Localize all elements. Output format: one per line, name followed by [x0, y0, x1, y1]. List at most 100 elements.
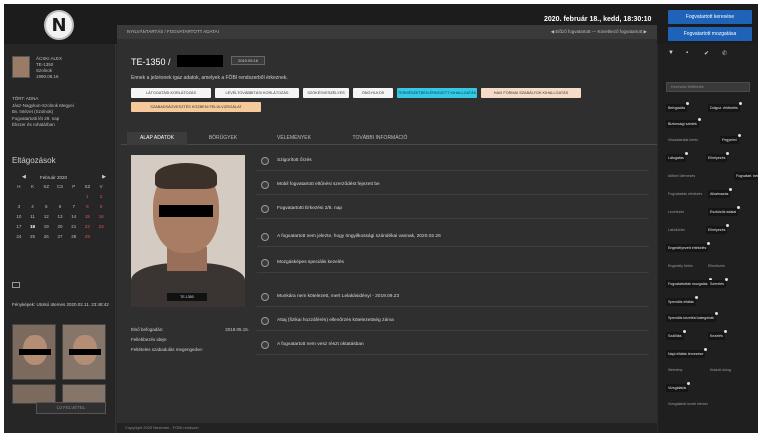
calendar-day[interactable]: 20	[53, 224, 67, 229]
calendar-day[interactable]: 27	[53, 234, 67, 239]
calendar-next-icon[interactable]: ▶	[102, 174, 106, 180]
calendar-day[interactable]: 24	[12, 234, 26, 239]
calendar-day[interactable]	[94, 234, 108, 239]
calendar-day[interactable]: 4	[26, 204, 40, 209]
filter-chip[interactable]: Ellenőrzés	[706, 262, 727, 270]
remove-chip-icon[interactable]	[694, 296, 698, 299]
filter-chip[interactable]: Lakókörlet	[666, 226, 687, 234]
calendar-day[interactable]: 28	[67, 234, 81, 239]
tab-more-info[interactable]: TOVÁBBI INFORMÁCIÓ	[335, 132, 425, 145]
app-logo[interactable]: N	[44, 10, 74, 40]
filter-chip[interactable]: Fogvatartottak mozgatás	[666, 278, 712, 288]
event-item[interactable]: A fogvatartott nem vesz részt oktatásban	[257, 335, 649, 355]
check-icon[interactable]: ✔	[704, 50, 709, 57]
filter-chip[interactable]: Visszatartási kérés	[666, 136, 700, 144]
warning-tag[interactable]: HAVI FORMAI SZABÁLYOK KIHALLGATÁS	[481, 88, 581, 98]
tab-opinions[interactable]: VÉLEMÉNYEK	[259, 132, 329, 145]
remove-chip-icon[interactable]	[707, 242, 711, 245]
calendar-day[interactable]: 9	[94, 204, 108, 209]
event-item[interactable]: Fogvatartotti Érkezési 2/8. nap	[257, 199, 649, 219]
filter-chip[interactable]: Napi ellátás tervezése	[666, 348, 708, 358]
remove-chip-icon[interactable]	[737, 206, 741, 209]
calendar-day[interactable]: 8	[81, 204, 95, 209]
filter-chip[interactable]: Levelezés	[666, 208, 686, 216]
inmate-photo[interactable]: TE-1350	[131, 155, 245, 307]
breadcrumb[interactable]: NYILVÁNTARTÁS / FOGVATARTOTT ADATAI	[127, 25, 219, 39]
calendar-day[interactable]: 17	[12, 224, 26, 229]
filter-chip[interactable]: Alkalmazás	[708, 188, 733, 198]
remove-chip-icon[interactable]	[737, 134, 741, 137]
move-inmate-button[interactable]: Fogvatartott mozgatása	[668, 27, 752, 41]
remove-chip-icon[interactable]	[687, 382, 691, 385]
event-item[interactable]: Mozgásképes speciális kezelés	[257, 253, 649, 273]
event-item[interactable]: Mobil fogvatartott eltűnési szerződést f…	[257, 175, 649, 195]
calendar-day[interactable]	[12, 194, 26, 199]
calendar-day[interactable]: 11	[26, 214, 40, 219]
filter-chip[interactable]: Illetmény	[666, 366, 684, 374]
phone-icon[interactable]: ✆	[722, 50, 727, 57]
mugshot-thumb[interactable]	[62, 384, 106, 404]
calendar-day[interactable]: 7	[67, 204, 81, 209]
warning-tag[interactable]: SZÖKÉSVESZÉLYES	[303, 88, 349, 98]
case-date-chip[interactable]: 2019.09.16	[231, 56, 265, 65]
save-icon[interactable]: ▪	[686, 50, 688, 56]
filter-chip[interactable]: Kiadott dolog	[708, 366, 733, 374]
remove-chip-icon[interactable]	[697, 118, 701, 121]
calendar-day[interactable]: 21	[67, 224, 81, 229]
calendar-day[interactable]	[26, 194, 40, 199]
filter-chip[interactable]: Eszközök adatai	[708, 206, 741, 216]
calendar-day[interactable]: 5	[39, 204, 53, 209]
search-inmate-button[interactable]: Fogvatartott keresése	[668, 10, 752, 24]
prev-next-nav[interactable]: ◀ Előző fogvatartott — Következő fogvata…	[551, 25, 647, 39]
remove-chip-icon[interactable]	[682, 330, 686, 333]
remove-chip-icon[interactable]	[686, 102, 690, 105]
filter-chip[interactable]: Engedély törlés	[666, 262, 695, 270]
filter-chip[interactable]: Vizsgálatok lezárt elemei	[666, 400, 710, 408]
filter-chip[interactable]: Elhelyezés	[706, 152, 730, 162]
tab-cases[interactable]: BŐRÜGYEK	[193, 132, 253, 145]
remove-chip-icon[interactable]	[714, 312, 718, 315]
calendar-day[interactable]: 3	[12, 204, 26, 209]
warning-tag[interactable]: SZABADSÁGVESZTÉS KÖZBENI FELÜLVIZSGÁLAT	[131, 102, 261, 112]
event-item[interactable]: A fogvatartott nem jelezte, hogy öngyilk…	[257, 227, 649, 247]
calendar-day[interactable]: 26	[39, 234, 53, 239]
mugshot-thumb[interactable]	[12, 384, 56, 404]
calendar-day[interactable]: 13	[53, 214, 67, 219]
remove-chip-icon[interactable]	[723, 330, 727, 333]
filter-chip[interactable]: Fegyelmi	[720, 134, 741, 144]
warning-tag[interactable]: LÁTOGATÁSI KORLÁTOZÁS	[131, 88, 211, 98]
calendar-day[interactable]: 25	[26, 234, 40, 239]
calendar-day[interactable]	[67, 194, 81, 199]
new-photo-button[interactable]: ÚJ FELVÉTEL	[36, 402, 106, 414]
filter-search-input[interactable]: Keresési feltételek	[666, 82, 750, 92]
filter-chip[interactable]: Látogatás	[666, 152, 688, 162]
filter-chip[interactable]: Szerelés	[708, 278, 728, 288]
filter-chip[interactable]: Dolgoz. értékelés	[708, 102, 742, 112]
user-avatar[interactable]	[12, 56, 30, 78]
calendar-day[interactable]: 19	[39, 224, 53, 229]
filter-chip[interactable]: Elhelyezés	[706, 224, 730, 234]
event-item[interactable]: Attaj (fizikai hozzáférés) ellenőrzés kö…	[257, 311, 649, 331]
filter-chip[interactable]: Fogvatartás elintézés	[666, 190, 704, 198]
remove-chip-icon[interactable]	[726, 152, 730, 155]
filter-chip[interactable]: Vizsgálatok	[666, 382, 691, 392]
event-item[interactable]: Munkára nem kötelezett, mert Lelakásidén…	[257, 287, 649, 307]
remove-chip-icon[interactable]	[729, 188, 733, 191]
filter-chip[interactable]: Speciális kezelési kategóriák	[666, 312, 718, 322]
remove-chip-icon[interactable]	[704, 348, 708, 351]
tab-basic-data[interactable]: ALAP ADATOK	[127, 132, 187, 145]
calendar-prev-icon[interactable]: ◀	[22, 174, 26, 180]
calendar-day[interactable]: 29	[81, 234, 95, 239]
calendar-day[interactable]: 14	[67, 214, 81, 219]
mugshot-front[interactable]	[12, 324, 56, 380]
calendar-day[interactable]: 23	[94, 224, 108, 229]
remove-chip-icon[interactable]	[684, 152, 688, 155]
mugshot-profile[interactable]	[62, 324, 106, 380]
calendar-day[interactable]	[53, 194, 67, 199]
image-icon[interactable]	[12, 282, 20, 288]
warning-tag[interactable]: TERMÉSZETBEN ÉRKEZETT KIHALLGATÁS	[397, 88, 477, 98]
warning-tag[interactable]: ÖNGYILKOS	[353, 88, 393, 98]
event-item[interactable]: Szigorított őrzés	[257, 151, 649, 171]
remove-chip-icon[interactable]	[726, 224, 730, 227]
filter-chip[interactable]: Speciális ellátás	[666, 296, 698, 306]
